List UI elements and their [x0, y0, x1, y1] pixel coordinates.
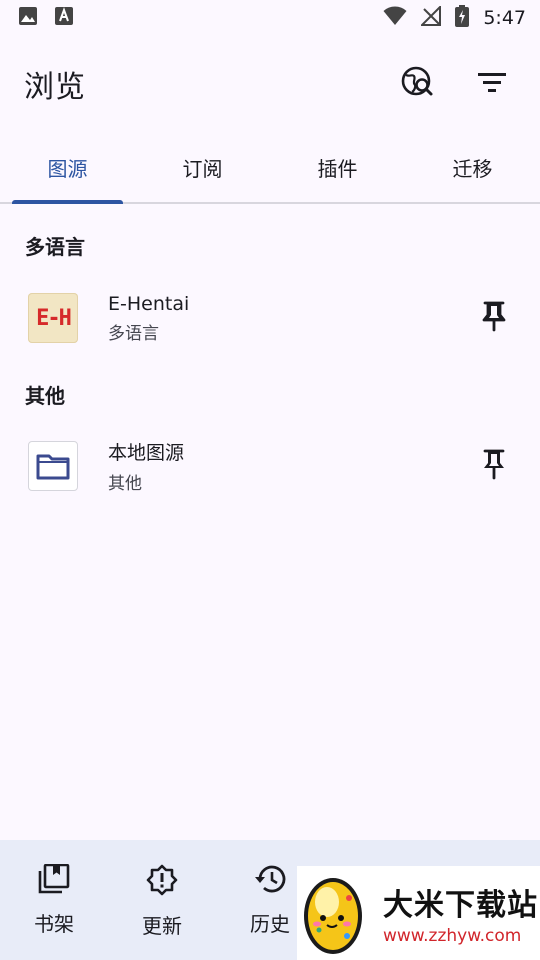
nav-label: 书架: [34, 912, 74, 936]
source-name: 本地图源: [108, 442, 185, 464]
updates-icon: [146, 864, 178, 900]
tab-migration[interactable]: 迁移: [405, 132, 540, 202]
source-row-ehentai[interactable]: E-H E-Hentai 多语言: [0, 280, 540, 356]
tab-subscriptions[interactable]: 订阅: [135, 132, 270, 202]
nav-label: 历史: [250, 912, 290, 936]
filter-button[interactable]: [474, 66, 510, 102]
history-icon: [253, 864, 287, 898]
tab-bar: 图源 订阅 插件 迁移: [0, 132, 540, 204]
library-icon: [38, 863, 70, 898]
site-watermark: 大米下载站 www.zzhyw.com: [297, 866, 540, 960]
watermark-title: 大米下载站: [383, 888, 538, 923]
pin-button[interactable]: [472, 444, 516, 488]
filter-icon: [478, 71, 506, 97]
global-search-icon: [401, 65, 435, 103]
mascot-egg-icon: [297, 864, 377, 960]
pin-button[interactable]: [472, 296, 516, 340]
clock: 5:47: [483, 7, 526, 29]
folder-icon: [28, 441, 78, 491]
page-title: 浏览: [24, 70, 86, 105]
wifi-icon: [383, 6, 407, 30]
nav-library[interactable]: 书架: [0, 840, 108, 960]
nav-updates[interactable]: 更新: [108, 840, 216, 960]
e-hentai-logo: E-H: [28, 293, 78, 343]
section-header-multilang: 多语言: [25, 235, 85, 259]
text-notification-icon: [54, 6, 74, 30]
pin-icon: [481, 448, 507, 484]
source-language: 多语言: [108, 323, 159, 344]
watermark-url: www.zzhyw.com: [383, 926, 522, 946]
image-icon: [18, 6, 38, 30]
no-signal-icon: [419, 4, 442, 30]
source-name: E-Hentai: [108, 292, 190, 315]
tab-sources[interactable]: 图源: [0, 132, 135, 204]
section-header-other: 其他: [25, 384, 65, 408]
pin-icon: [481, 300, 507, 336]
status-bar: 5:47: [0, 0, 540, 36]
tab-plugins[interactable]: 插件: [270, 132, 405, 202]
battery-charging-icon: [455, 5, 470, 31]
source-row-local[interactable]: 本地图源 其他: [0, 428, 540, 504]
source-language: 其他: [108, 474, 142, 494]
global-search-button[interactable]: [400, 66, 436, 102]
nav-label: 更新: [142, 914, 182, 938]
app-bar: 浏览: [0, 36, 540, 132]
